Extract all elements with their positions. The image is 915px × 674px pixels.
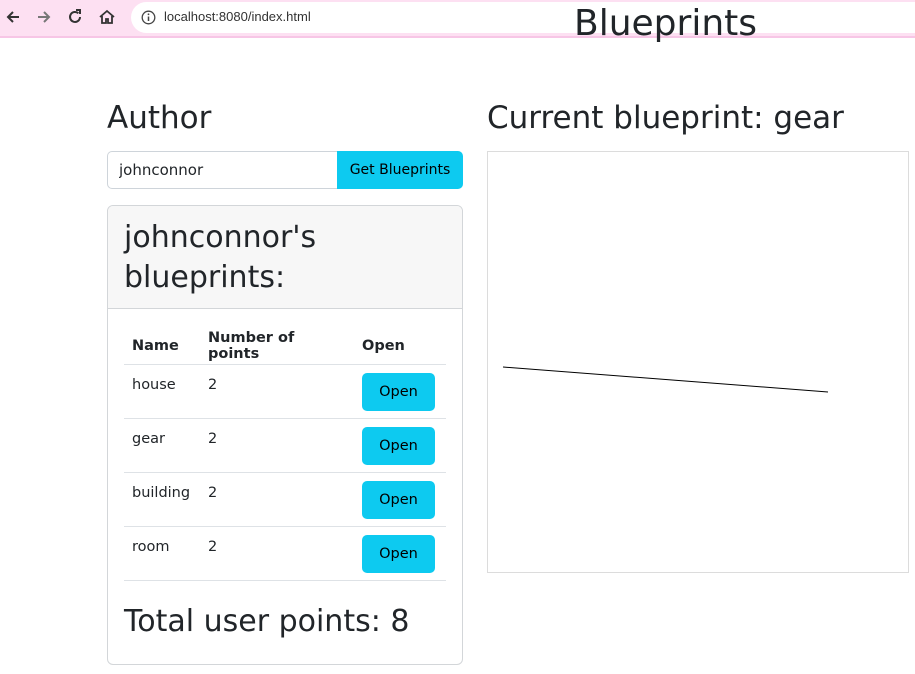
address-bar[interactable]: localhost:8080/index.html xyxy=(131,2,915,33)
blueprint-name: room xyxy=(124,526,200,581)
table-row: gear 2 Open xyxy=(124,418,446,473)
open-button[interactable]: Open xyxy=(362,481,435,519)
table-row: house 2 Open xyxy=(124,364,446,419)
author-heading: Author xyxy=(107,100,212,136)
blueprint-points: 2 xyxy=(200,472,354,527)
open-button[interactable]: Open xyxy=(362,427,435,465)
get-blueprints-button[interactable]: Get Blueprints xyxy=(337,151,463,189)
info-icon[interactable] xyxy=(141,10,156,29)
back-arrow-icon[interactable] xyxy=(2,6,24,28)
table-header-row: Name Number of points Open xyxy=(124,327,446,365)
open-button[interactable]: Open xyxy=(362,535,435,573)
blueprint-points: 2 xyxy=(200,364,354,419)
page-title: Blueprints xyxy=(574,3,758,44)
card-header: johnconnor's blueprints: xyxy=(108,206,462,309)
reload-icon[interactable] xyxy=(64,6,86,28)
url-text: localhost:8080/index.html xyxy=(164,9,311,24)
card-title: johnconnor's blueprints: xyxy=(124,220,317,295)
table-row: building 2 Open xyxy=(124,472,446,527)
current-blueprint-heading: Current blueprint: gear xyxy=(487,100,844,136)
blueprint-name: house xyxy=(124,364,200,419)
total-points: Total user points: 8 xyxy=(124,604,410,639)
blueprints-table: Name Number of points Open house 2 Open … xyxy=(124,327,446,581)
blueprint-points: 2 xyxy=(200,418,354,473)
author-input[interactable] xyxy=(107,151,337,189)
open-button[interactable]: Open xyxy=(362,373,435,411)
blueprint-points: 2 xyxy=(200,526,354,581)
blueprints-card: johnconnor's blueprints: Name Number of … xyxy=(107,205,463,665)
blueprint-segment xyxy=(502,366,829,393)
column-header-name: Name xyxy=(124,327,200,365)
browser-toolbar: localhost:8080/index.html xyxy=(0,0,915,38)
blueprint-name: building xyxy=(124,472,200,527)
column-header-open: Open xyxy=(354,327,446,365)
column-header-points: Number of points xyxy=(200,327,354,365)
blueprint-canvas[interactable] xyxy=(487,151,909,573)
blueprint-name: gear xyxy=(124,418,200,473)
blueprint-drawing xyxy=(502,366,829,393)
home-icon[interactable] xyxy=(96,6,118,28)
table-row: room 2 Open xyxy=(124,526,446,581)
forward-arrow-icon[interactable] xyxy=(33,6,55,28)
